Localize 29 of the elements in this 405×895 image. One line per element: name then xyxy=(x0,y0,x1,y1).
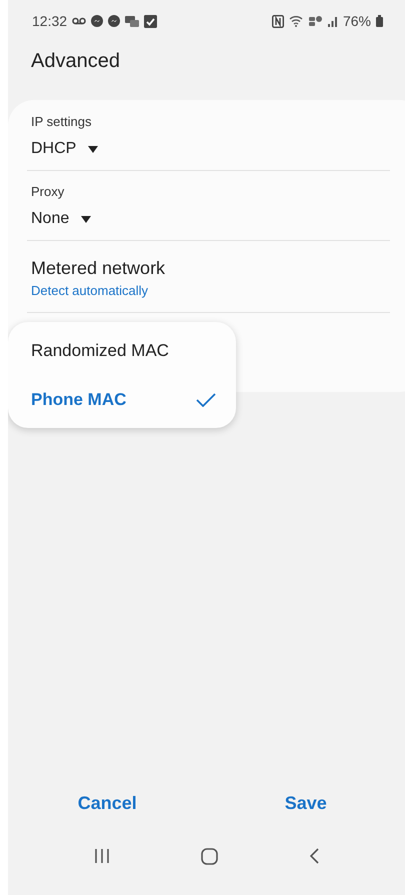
voicemail-icon xyxy=(72,17,86,25)
caret-icon xyxy=(81,216,92,222)
lte-icon xyxy=(308,15,323,27)
setting-label: IP settings xyxy=(31,113,92,129)
action-button[interactable]: Cancel xyxy=(8,784,206,822)
page-title: Advanced xyxy=(31,50,120,72)
menu-option[interactable]: Randomized MAC xyxy=(8,326,236,375)
signal-icon xyxy=(328,16,338,26)
battery-icon xyxy=(376,15,383,27)
dropdown[interactable]: None xyxy=(31,210,92,228)
wifi-icon xyxy=(288,15,304,27)
chat-icon xyxy=(125,16,140,26)
recent-apps-icon[interactable] xyxy=(94,849,110,863)
action-button[interactable]: Save xyxy=(206,784,405,822)
setting-summary: Detect automatically xyxy=(31,282,150,300)
check-icon xyxy=(196,392,216,406)
status-time: 12:32 xyxy=(32,13,68,29)
back-icon[interactable] xyxy=(310,848,320,864)
messenger-icon xyxy=(91,15,104,27)
battery-percent: 76% xyxy=(342,13,371,29)
dropdown[interactable]: DHCP xyxy=(31,140,98,158)
nfc-icon xyxy=(272,14,284,28)
checkbox-icon xyxy=(144,14,158,28)
menu-option[interactable]: Phone MAC xyxy=(8,375,236,424)
messenger-icon xyxy=(108,15,120,27)
setting-title[interactable]: Metered network xyxy=(31,241,390,279)
setting-label: Proxy xyxy=(31,183,66,199)
home-icon[interactable] xyxy=(201,848,218,864)
caret-icon xyxy=(88,146,98,152)
